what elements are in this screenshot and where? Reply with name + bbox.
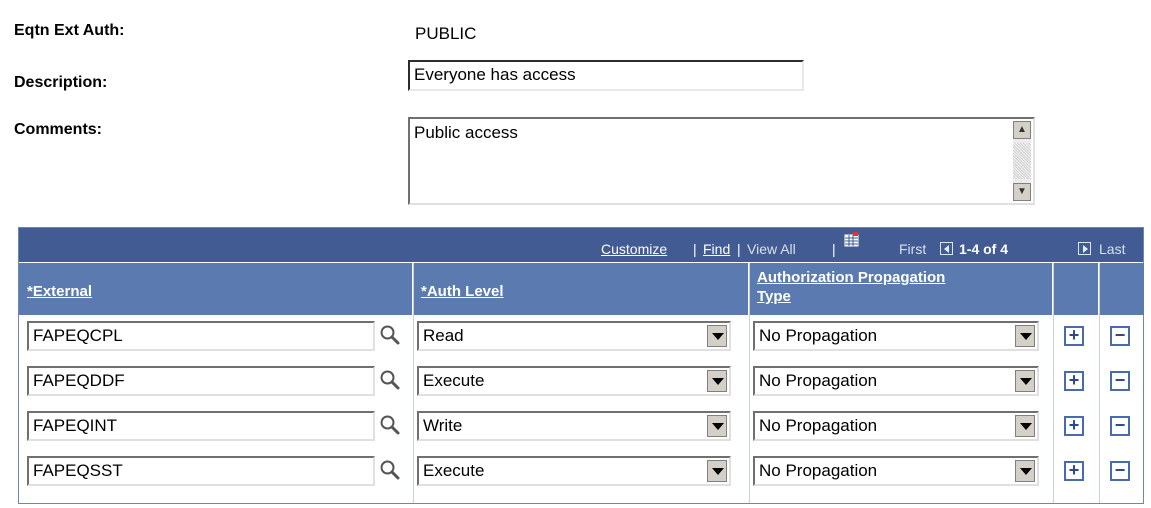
- nav-separator: |: [832, 241, 836, 257]
- delete-row-button[interactable]: −: [1110, 326, 1130, 346]
- dropdown-arrow-icon[interactable]: [707, 325, 727, 347]
- add-row-button[interactable]: +: [1064, 371, 1084, 391]
- column-header-propagation-type[interactable]: Authorization Propagation Type: [749, 263, 1053, 315]
- row-range: 1-4 of 4: [959, 241, 1009, 257]
- find-link[interactable]: Find: [703, 241, 730, 257]
- auth-level-select[interactable]: Write: [417, 411, 731, 441]
- propagation-header-line1[interactable]: Authorization Propagation: [757, 269, 945, 286]
- propagation-header-line2[interactable]: Type: [757, 288, 791, 305]
- external-input[interactable]: FAPEQDDF: [27, 366, 375, 396]
- dropdown-arrow-icon[interactable]: [1015, 325, 1035, 347]
- propagation-type-select[interactable]: No Propagation: [753, 366, 1039, 396]
- customize-link[interactable]: Customize: [601, 241, 667, 257]
- propagation-type-value: No Propagation: [759, 461, 878, 480]
- external-input[interactable]: FAPEQCPL: [27, 321, 375, 351]
- propagation-type-select[interactable]: No Propagation: [753, 456, 1039, 486]
- auth-level-select[interactable]: Execute: [417, 366, 731, 396]
- view-all-link[interactable]: View All: [747, 241, 796, 257]
- column-divider: [413, 263, 414, 503]
- add-row-button[interactable]: +: [1064, 461, 1084, 481]
- column-divider: [1053, 263, 1054, 503]
- lookup-icon[interactable]: [379, 324, 401, 346]
- auth-level-header-label[interactable]: *Auth Level: [421, 283, 504, 300]
- comments-label: Comments:: [14, 121, 103, 138]
- scroll-up-icon[interactable]: ▲: [1013, 121, 1031, 139]
- dropdown-arrow-icon[interactable]: [1015, 370, 1035, 392]
- table-row: FAPEQCPL Read No Propagation + −: [19, 315, 1143, 360]
- nav-separator: |: [693, 241, 697, 257]
- column-divider: [749, 263, 750, 503]
- description-input[interactable]: Everyone has access: [408, 60, 804, 91]
- next-page-icon[interactable]: [1078, 242, 1091, 255]
- propagation-type-select[interactable]: No Propagation: [753, 411, 1039, 441]
- auth-level-select[interactable]: Read: [417, 321, 731, 351]
- external-input[interactable]: FAPEQSST: [27, 456, 375, 486]
- column-divider: [1099, 263, 1100, 503]
- delete-row-button[interactable]: −: [1110, 371, 1130, 391]
- nav-separator: |: [737, 241, 741, 257]
- table-row: FAPEQSST Execute No Propagation + −: [19, 450, 1143, 495]
- table-row: FAPEQDDF Execute No Propagation + −: [19, 360, 1143, 405]
- scroll-track[interactable]: [1013, 143, 1031, 179]
- comments-scrollbar[interactable]: ▲ ▼: [1013, 121, 1031, 201]
- dropdown-arrow-icon[interactable]: [1015, 460, 1035, 482]
- external-input[interactable]: FAPEQINT: [27, 411, 375, 441]
- column-header-auth-level[interactable]: *Auth Level: [413, 263, 749, 315]
- previous-page-icon[interactable]: [940, 242, 953, 255]
- add-row-button[interactable]: +: [1064, 326, 1084, 346]
- dropdown-arrow-icon[interactable]: [707, 460, 727, 482]
- dropdown-arrow-icon[interactable]: [707, 415, 727, 437]
- first-label: First: [899, 241, 927, 257]
- column-header-external[interactable]: *External: [19, 263, 413, 315]
- propagation-type-select[interactable]: No Propagation: [753, 321, 1039, 351]
- add-row-button[interactable]: +: [1064, 416, 1084, 436]
- propagation-type-value: No Propagation: [759, 371, 878, 390]
- delete-row-button[interactable]: −: [1110, 461, 1130, 481]
- delete-row-button[interactable]: −: [1110, 416, 1130, 436]
- lookup-icon[interactable]: [379, 459, 401, 481]
- auth-level-select[interactable]: Execute: [417, 456, 731, 486]
- auth-level-value: Execute: [423, 461, 485, 480]
- dropdown-arrow-icon[interactable]: [1015, 415, 1035, 437]
- table-row: FAPEQINT Write No Propagation + −: [19, 405, 1143, 450]
- eqtn-ext-auth-label: Eqtn Ext Auth:: [14, 22, 125, 39]
- external-auth-grid: Customize | Find | View All | First 1-4 …: [18, 227, 1144, 504]
- dropdown-arrow-icon[interactable]: [707, 370, 727, 392]
- column-header-add: [1053, 263, 1099, 315]
- last-label: Last: [1099, 241, 1126, 257]
- propagation-type-value: No Propagation: [759, 416, 878, 435]
- spreadsheet-icon[interactable]: [844, 232, 859, 248]
- auth-level-value: Read: [423, 326, 464, 345]
- eqtn-ext-auth-value: PUBLIC: [415, 24, 477, 43]
- auth-level-value: Execute: [423, 371, 485, 390]
- external-header-label[interactable]: *External: [27, 283, 92, 300]
- grid-navigation-bar: Customize | Find | View All | First 1-4 …: [19, 228, 1143, 262]
- lookup-icon[interactable]: [379, 369, 401, 391]
- auth-level-value: Write: [423, 416, 463, 435]
- column-header-delete: [1099, 263, 1144, 315]
- comments-text: Public access: [414, 123, 518, 142]
- scroll-down-icon[interactable]: ▼: [1013, 183, 1031, 201]
- lookup-icon[interactable]: [379, 414, 401, 436]
- description-label: Description:: [14, 74, 108, 91]
- comments-textarea[interactable]: Public access ▲ ▼: [408, 117, 1035, 205]
- propagation-type-value: No Propagation: [759, 326, 878, 345]
